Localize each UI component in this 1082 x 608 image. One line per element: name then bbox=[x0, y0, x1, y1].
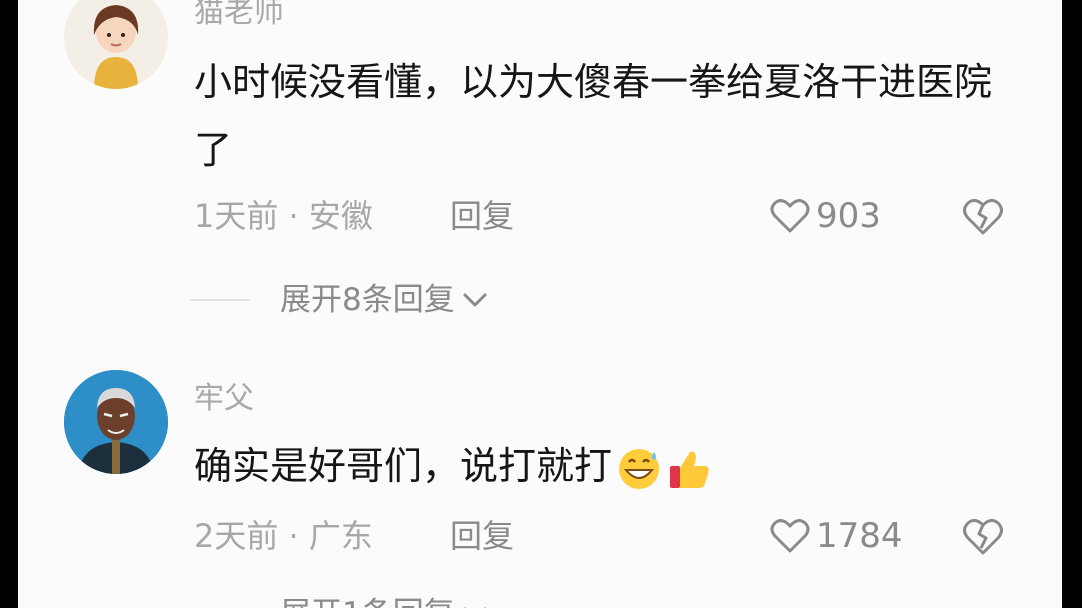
heart-outline-icon bbox=[770, 519, 810, 553]
avatar[interactable] bbox=[64, 0, 168, 89]
comment-meta: 1天前 · 安徽 bbox=[194, 197, 373, 235]
chevron-down-icon bbox=[463, 607, 486, 608]
username[interactable]: 牢父 bbox=[194, 382, 254, 416]
expand-replies-label: 展开1条回复 bbox=[280, 594, 455, 608]
divider-line bbox=[190, 299, 250, 301]
avatar-cat-teacher-icon bbox=[64, 0, 168, 89]
dislike-button[interactable] bbox=[960, 516, 1006, 556]
avatar-man-icon bbox=[64, 370, 168, 474]
broken-heart-icon bbox=[963, 198, 1003, 235]
heart-outline-icon bbox=[770, 199, 810, 233]
like-count: 903 bbox=[816, 196, 881, 236]
like-button[interactable]: 1784 bbox=[770, 516, 903, 556]
reply-button[interactable]: 回复 bbox=[450, 196, 514, 236]
like-button[interactable]: 903 bbox=[770, 196, 881, 236]
comment-item: 牢父 确实是好哥们，说打就打 2天前 · 广东 回复 1784 展开1条回复 bbox=[18, 360, 1062, 608]
grinning-sweat-emoji-icon bbox=[619, 448, 660, 489]
avatar[interactable] bbox=[64, 370, 168, 474]
expand-replies-button[interactable]: 展开1条回复 bbox=[190, 594, 489, 608]
dislike-button[interactable] bbox=[960, 196, 1006, 236]
comment-text: 确实是好哥们，说打就打 bbox=[194, 432, 994, 500]
comment-text-content: 确实是好哥们，说打就打 bbox=[194, 444, 613, 488]
thumbs-up-emoji-icon bbox=[670, 451, 709, 488]
username[interactable]: 猫老师 bbox=[194, 0, 284, 30]
expand-replies-label: 展开8条回复 bbox=[280, 282, 455, 318]
comment-list: 猫老师 小时候没看懂，以为大傻春一拳给夏洛干进医院了 1天前 · 安徽 回复 9… bbox=[18, 0, 1062, 608]
like-count: 1784 bbox=[816, 516, 903, 556]
expand-replies-button[interactable]: 展开8条回复 bbox=[190, 280, 489, 320]
comment-item: 猫老师 小时候没看懂，以为大傻春一拳给夏洛干进医院了 1天前 · 安徽 回复 9… bbox=[18, 0, 1062, 360]
broken-heart-icon bbox=[963, 518, 1003, 555]
reply-button[interactable]: 回复 bbox=[450, 516, 514, 556]
comment-text: 小时候没看懂，以为大傻春一拳给夏洛干进医院了 bbox=[194, 60, 993, 172]
chevron-down-icon bbox=[463, 293, 487, 307]
comment-meta: 2天前 · 广东 bbox=[194, 517, 373, 555]
